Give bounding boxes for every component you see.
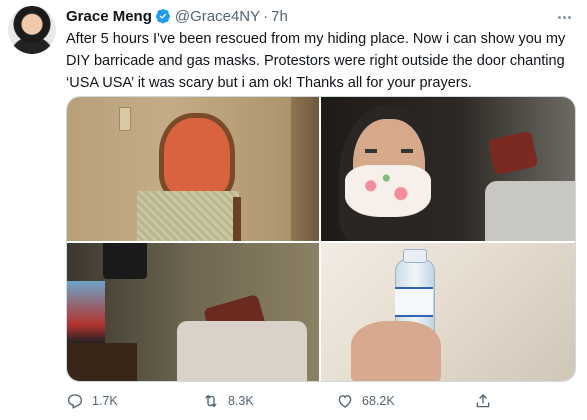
- share-icon: [476, 394, 490, 408]
- reply-icon: [67, 394, 83, 409]
- share-button[interactable]: [474, 392, 500, 410]
- like-icon: [338, 395, 352, 408]
- retweet-icon: [205, 394, 217, 408]
- media-grid: [66, 96, 576, 382]
- retweet-count: 8.3K: [228, 394, 254, 408]
- handle[interactable]: @Grace4NY: [175, 8, 260, 25]
- tweet-text: After 5 hours I've been rescued from my …: [66, 31, 566, 91]
- reply-button[interactable]: 1.7K: [66, 392, 118, 410]
- photo-selfie-mask[interactable]: [321, 97, 575, 241]
- avatar[interactable]: [8, 6, 56, 54]
- like-count: 68.2K: [362, 394, 395, 408]
- separator-dot: ·: [263, 7, 269, 25]
- like-button[interactable]: 68.2K: [336, 392, 395, 410]
- action-bar: 1.7K 8.3K 68.2K: [66, 392, 576, 414]
- retweet-button[interactable]: 8.3K: [202, 392, 254, 410]
- reply-count: 1.7K: [92, 394, 118, 408]
- timestamp[interactable]: 7h: [271, 8, 288, 25]
- photo-hotel-room[interactable]: [67, 243, 319, 381]
- photo-chair[interactable]: [67, 97, 319, 241]
- more-options-icon[interactable]: [557, 6, 577, 20]
- tweet-header: Grace Meng @Grace4NY · 7h: [66, 6, 288, 26]
- photo-water-bottle[interactable]: [321, 243, 575, 381]
- verified-badge-icon: [155, 9, 170, 24]
- tweet-card[interactable]: Grace Meng @Grace4NY · 7h After 5 hours …: [0, 0, 587, 420]
- display-name[interactable]: Grace Meng: [66, 8, 152, 25]
